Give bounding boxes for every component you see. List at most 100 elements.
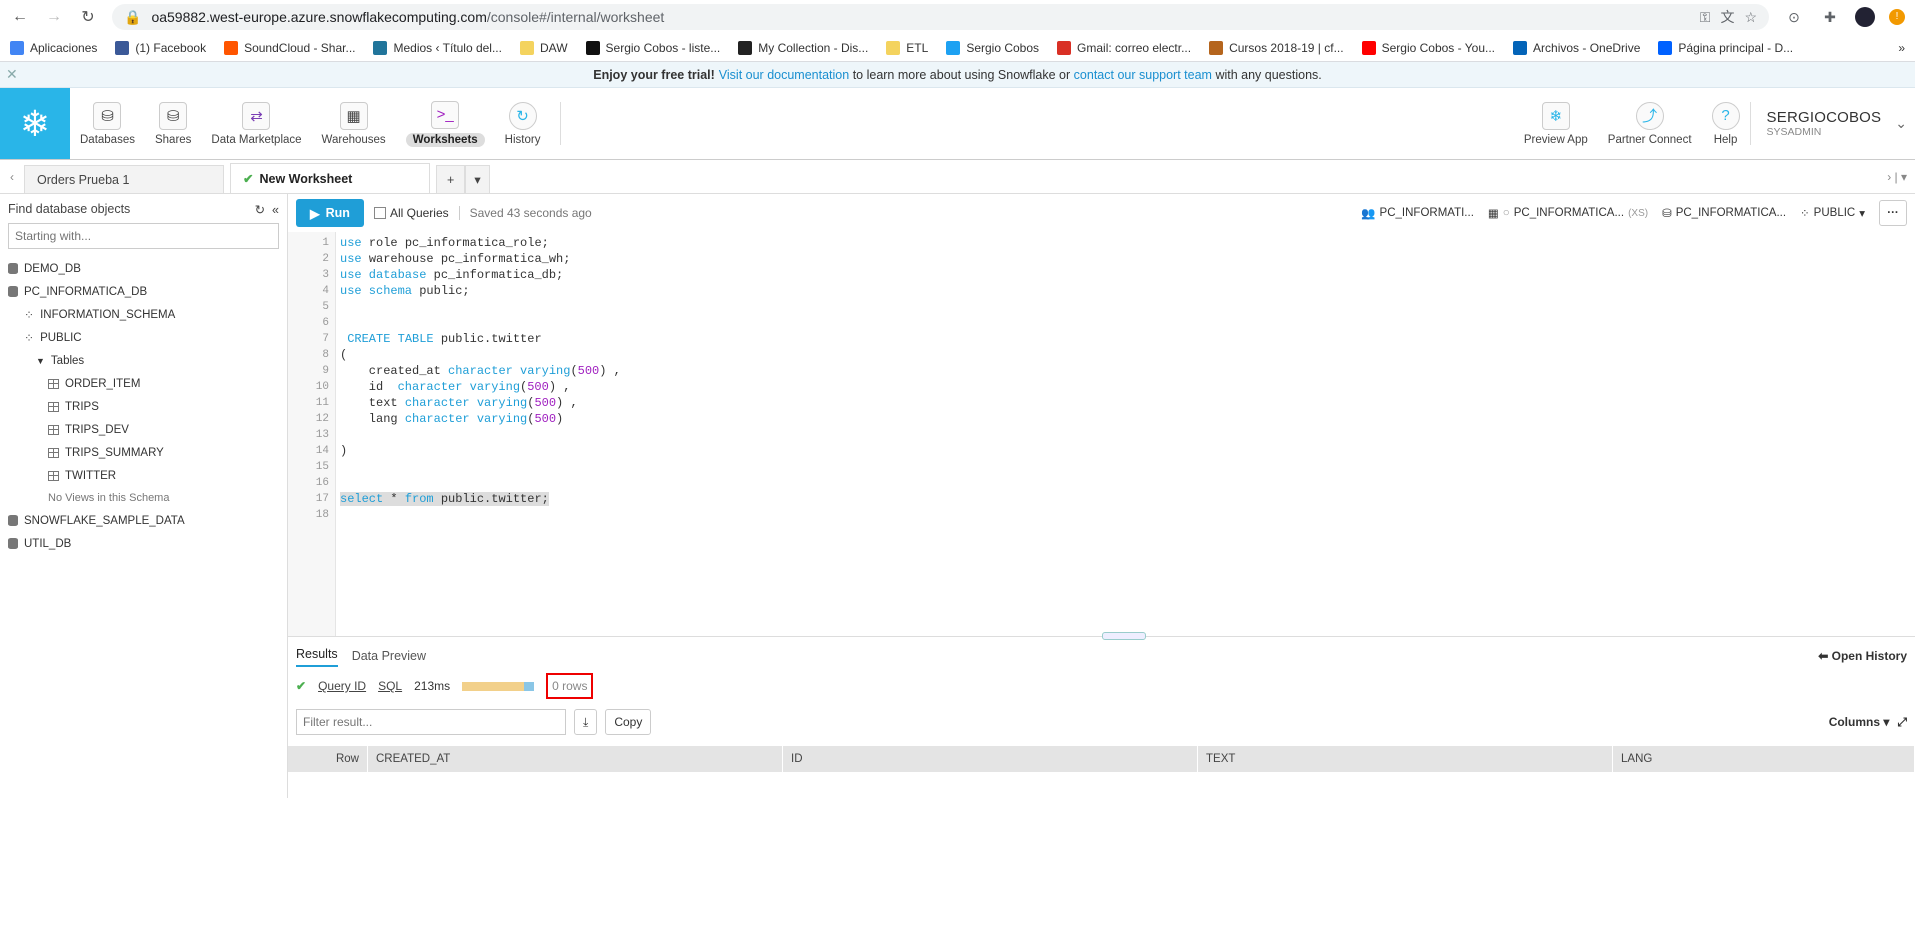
bookmark-item[interactable]: DAW	[519, 40, 568, 55]
more-options-button[interactable]: ···	[1879, 200, 1907, 226]
bookmark-item[interactable]: Archivos - OneDrive	[1513, 40, 1640, 55]
tab-new-worksheet[interactable]: ✔ New Worksheet	[230, 163, 430, 193]
documentation-link[interactable]: Visit our documentation	[719, 68, 849, 82]
nav-data-marketplace[interactable]: ⇄ Data Marketplace	[201, 88, 311, 159]
extension-icon[interactable]: ⊙	[1783, 9, 1805, 26]
bookmark-item[interactable]: Aplicaciones	[10, 40, 97, 55]
back-icon[interactable]: ←	[10, 8, 30, 26]
tree-schema[interactable]: ⁘ PUBLIC	[8, 326, 279, 349]
column-header[interactable]: Row	[288, 746, 368, 772]
query-id-link[interactable]: Query ID	[318, 679, 366, 693]
column-header[interactable]: TEXT	[1198, 746, 1613, 772]
tree-table[interactable]: TRIPS	[8, 395, 279, 418]
object-search-input[interactable]	[8, 223, 279, 249]
tree-schema[interactable]: ⁘ INFORMATION_SCHEMA	[8, 303, 279, 326]
schema-selector[interactable]: ⁘ PUBLIC ▾	[1800, 206, 1865, 220]
collapse-icon[interactable]: «	[272, 203, 279, 217]
refresh-icon[interactable]: ↻	[255, 203, 265, 217]
key-icon[interactable]: ⚿	[1700, 9, 1711, 26]
expand-icon[interactable]: ⤢	[1897, 715, 1907, 730]
nav-shares[interactable]: ⛁ Shares	[145, 88, 201, 159]
open-history-button[interactable]: ⬅ Open History	[1818, 649, 1907, 667]
add-tab-button[interactable]: +	[436, 165, 466, 193]
nav-worksheets[interactable]: >_ Worksheets	[396, 88, 495, 159]
warehouse-selector[interactable]: ▦ ○ PC_INFORMATICA... (XS)	[1488, 206, 1648, 220]
role-selector[interactable]: 👥 PC_INFORMATI...	[1361, 206, 1474, 220]
bookmark-item[interactable]: Cursos 2018-19 | cf...	[1209, 40, 1344, 55]
bookmark-item[interactable]: ETL	[886, 40, 928, 55]
tab-results[interactable]: Results	[296, 647, 338, 667]
user-menu[interactable]: SERGIOCOBOS SYSADMIN	[1749, 102, 1896, 145]
sql-link[interactable]: SQL	[378, 679, 402, 693]
tab-menu-button[interactable]: ▾	[465, 165, 490, 193]
nav-preview-app[interactable]: ❄ Preview App	[1514, 88, 1598, 159]
bookmark-item[interactable]: Medios ‹ Título del...	[373, 40, 502, 55]
nav-partner-connect[interactable]: ⤴ Partner Connect	[1598, 88, 1702, 159]
download-button[interactable]: ⤓	[574, 709, 598, 735]
tab-label: New Worksheet	[259, 171, 353, 186]
columns-dropdown[interactable]: Columns ▾	[1829, 715, 1890, 729]
nav-history[interactable]: ↻ History	[495, 88, 551, 159]
object-browser-title: Find database objects	[8, 202, 131, 216]
tree-table[interactable]: TRIPS_SUMMARY	[8, 441, 279, 464]
support-link[interactable]: contact our support team	[1074, 68, 1212, 82]
column-header[interactable]: ID	[783, 746, 1198, 772]
bookmark-label: SoundCloud - Shar...	[244, 40, 356, 55]
tree-db[interactable]: SNOWFLAKE_SAMPLE_DATA	[8, 509, 279, 532]
reload-icon[interactable]: ↻	[78, 7, 98, 27]
more-bookmarks-icon[interactable]: »	[1898, 41, 1905, 55]
tab-data-preview[interactable]: Data Preview	[352, 649, 426, 667]
checkbox-label: All Queries	[389, 206, 449, 220]
chevron-down-icon[interactable]: ⌄	[1895, 88, 1915, 159]
translate-icon[interactable]: 文	[1720, 7, 1734, 27]
forward-icon[interactable]: →	[44, 8, 64, 26]
snowflake-logo-icon[interactable]: ❄	[0, 88, 70, 159]
copy-button[interactable]: Copy	[605, 709, 652, 735]
code-area[interactable]: use role pc_informatica_role; use warehou…	[336, 232, 621, 636]
filter-result-input[interactable]	[296, 709, 566, 735]
tree-db[interactable]: DEMO_DB	[8, 257, 279, 280]
chevron-left-icon[interactable]: ‹	[0, 170, 24, 184]
bookmark-item[interactable]: Sergio Cobos - You...	[1361, 40, 1495, 55]
tree-db[interactable]: PC_INFORMATICA_DB	[8, 280, 279, 303]
star-icon[interactable]: ☆	[1744, 9, 1757, 26]
all-queries-checkbox[interactable]: All Queries	[373, 206, 449, 220]
column-header[interactable]: LANG	[1613, 746, 1915, 772]
tree-table[interactable]: TRIPS_DEV	[8, 418, 279, 441]
bookmark-item[interactable]: Sergio Cobos	[946, 40, 1039, 55]
avatar[interactable]	[1855, 7, 1875, 27]
nav-databases[interactable]: ⛁ Databases	[70, 88, 145, 159]
nav-warehouses[interactable]: ▦ Warehouses	[312, 88, 396, 159]
tree-tables-folder[interactable]: ▼ Tables	[8, 349, 279, 372]
tree-db[interactable]: UTIL_DB	[8, 532, 279, 555]
sql-editor[interactable]: 1 2 3 4 5 6 7 8 9 10 11 12 13 14 15 16 17 18 use role pc_…	[288, 232, 1915, 640]
tab-orders-prueba[interactable]: Orders Prueba 1	[24, 165, 224, 193]
line-number: 18	[315, 509, 329, 521]
warehouse-icon: ▦	[1487, 208, 1499, 220]
bookmark-item[interactable]: Sergio Cobos - liste...	[585, 40, 720, 55]
resize-handle[interactable]	[1101, 632, 1146, 640]
context-selector: 👥 PC_INFORMATI... ▦ ○ PC_INFORMATICA... (XS)…	[1361, 200, 1907, 226]
chevron-right-icon[interactable]: › | ▾	[1887, 170, 1915, 184]
bookmark-item[interactable]: Página principal - D...	[1658, 40, 1793, 55]
column-header[interactable]: CREATED_AT	[368, 746, 783, 772]
nav-label: Shares	[154, 133, 192, 146]
close-icon[interactable]: ✕	[6, 66, 18, 83]
bookmark-item[interactable]: (1) Facebook	[115, 40, 206, 55]
run-button[interactable]: ▶ Run	[296, 199, 364, 227]
update-icon[interactable]: !	[1889, 9, 1905, 25]
tree-table[interactable]: ORDER_ITEM	[8, 372, 279, 395]
tree-table[interactable]: TWITTER	[8, 464, 279, 487]
database-selector[interactable]: ⛁ PC_INFORMATICA...	[1662, 206, 1786, 220]
bookmark-item[interactable]: Gmail: correo electr...	[1057, 40, 1191, 55]
tree-label: SNOWFLAKE_SAMPLE_DATA	[24, 514, 185, 527]
object-browser: Find database objects ↻ « DEMO_DB PC_INF…	[0, 194, 288, 798]
bookmarks-bar: Aplicaciones (1) Facebook SoundCloud - Sha…	[0, 34, 1915, 62]
url-bar[interactable]: 🔒 oa59882.west-europe.azure.snowflakecom…	[112, 4, 1769, 30]
puzzle-icon[interactable]: ✚	[1819, 9, 1841, 26]
code-line: created_at character varying(500) ,	[340, 364, 621, 378]
bookmark-item[interactable]: SoundCloud - Shar...	[224, 40, 356, 55]
bookmark-item[interactable]: My Collection - Dis...	[738, 40, 868, 55]
nav-help[interactable]: ? Help	[1702, 88, 1750, 159]
